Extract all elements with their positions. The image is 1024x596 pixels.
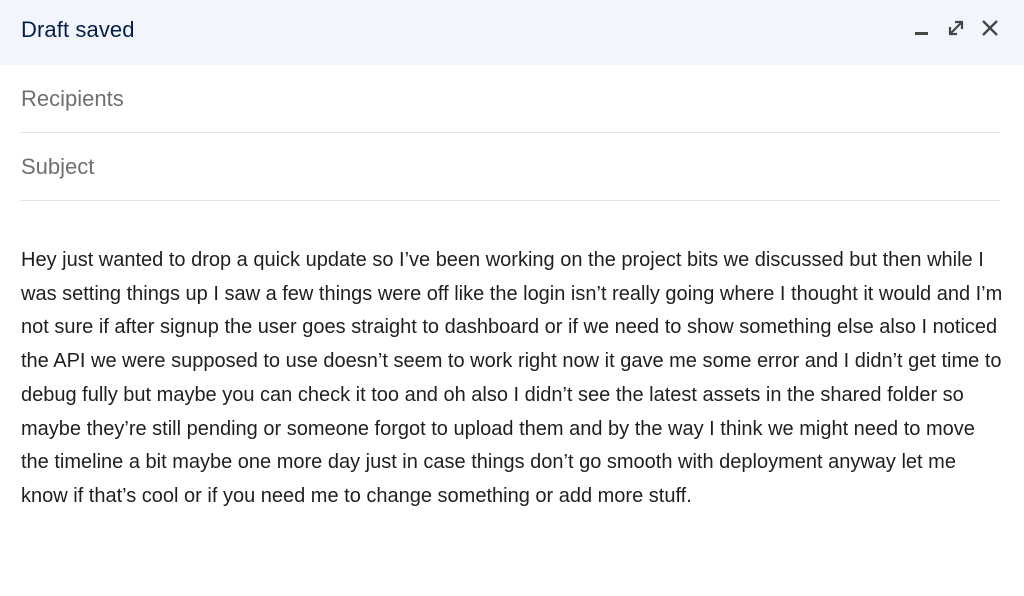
expand-icon: [946, 18, 966, 43]
full-screen-button[interactable]: [942, 17, 970, 45]
compose-header[interactable]: Draft saved: [0, 0, 1024, 65]
minimize-icon: [914, 20, 930, 41]
message-body[interactable]: Hey just wanted to drop a quick update s…: [21, 244, 1004, 514]
subject-input[interactable]: [20, 153, 1000, 180]
window-controls: [908, 17, 1004, 45]
close-button[interactable]: [976, 17, 1004, 45]
compose-window: Draft saved Recipients Subject Hey just …: [0, 0, 1024, 596]
subject-row: [20, 133, 1000, 201]
minimize-button[interactable]: [908, 17, 936, 45]
recipients-row: [20, 65, 1000, 133]
recipients-input[interactable]: [20, 85, 1000, 112]
compose-title: Draft saved: [21, 16, 135, 42]
close-icon: [981, 19, 999, 42]
